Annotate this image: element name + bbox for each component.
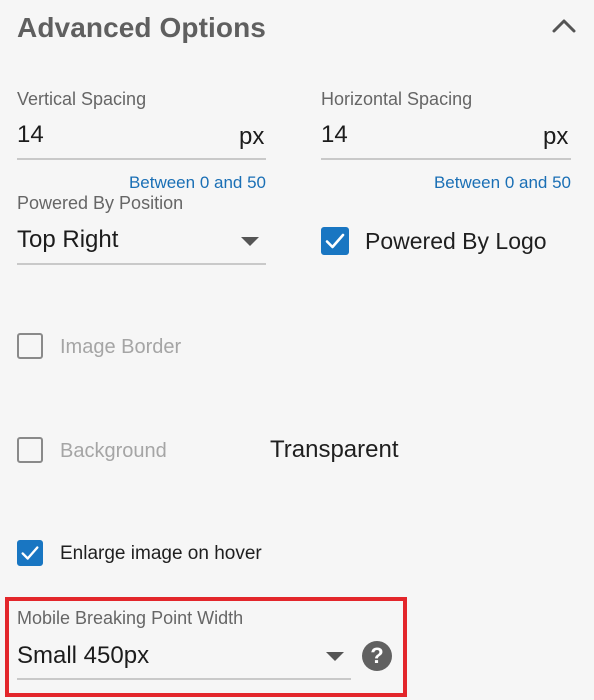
question-mark-icon[interactable]: ? xyxy=(362,641,392,671)
mobile-breaking-point-underline xyxy=(17,678,351,680)
mobile-breaking-point-select[interactable]: Small 450px xyxy=(17,642,351,676)
chevron-up-icon xyxy=(552,19,576,33)
section-title: Advanced Options xyxy=(17,12,266,43)
enlarge-on-hover-checkbox[interactable] xyxy=(17,540,43,566)
dropdown-arrow-icon[interactable] xyxy=(241,237,259,246)
vertical-spacing-label: Vertical Spacing xyxy=(17,89,147,109)
horizontal-spacing-underline xyxy=(321,158,571,160)
vertical-spacing-input[interactable]: 14 xyxy=(17,121,227,149)
mobile-breaking-point-label: Mobile Breaking Point Width xyxy=(17,608,244,628)
powered-by-logo-checkbox[interactable] xyxy=(321,227,349,255)
background-label: Background xyxy=(60,440,167,462)
vertical-spacing-underline xyxy=(17,158,266,160)
image-border-label: Image Border xyxy=(60,336,182,358)
background-checkbox[interactable] xyxy=(17,437,43,463)
powered-by-position-label: Powered By Position xyxy=(17,193,184,213)
enlarge-on-hover-label: Enlarge image on hover xyxy=(60,543,262,564)
advanced-options-panel: Advanced Options Vertical Spacing 14 px … xyxy=(0,0,594,700)
horizontal-spacing-unit: px xyxy=(543,123,569,150)
powered-by-logo-label: Powered By Logo xyxy=(365,228,547,254)
dropdown-arrow-icon[interactable] xyxy=(326,652,344,661)
checkmark-icon xyxy=(325,233,345,249)
background-value: Transparent xyxy=(270,436,399,463)
horizontal-spacing-hint: Between 0 and 50 xyxy=(433,173,571,192)
vertical-spacing-hint: Between 0 and 50 xyxy=(128,173,266,192)
checkmark-icon xyxy=(21,546,39,560)
collapse-section-button[interactable] xyxy=(548,12,580,40)
horizontal-spacing-label: Horizontal Spacing xyxy=(321,89,473,109)
horizontal-spacing-input[interactable]: 14 xyxy=(321,121,531,149)
vertical-spacing-unit: px xyxy=(239,123,265,150)
powered-by-position-select[interactable]: Top Right xyxy=(17,226,266,260)
image-border-checkbox[interactable] xyxy=(17,333,43,359)
powered-by-position-underline xyxy=(17,263,266,265)
